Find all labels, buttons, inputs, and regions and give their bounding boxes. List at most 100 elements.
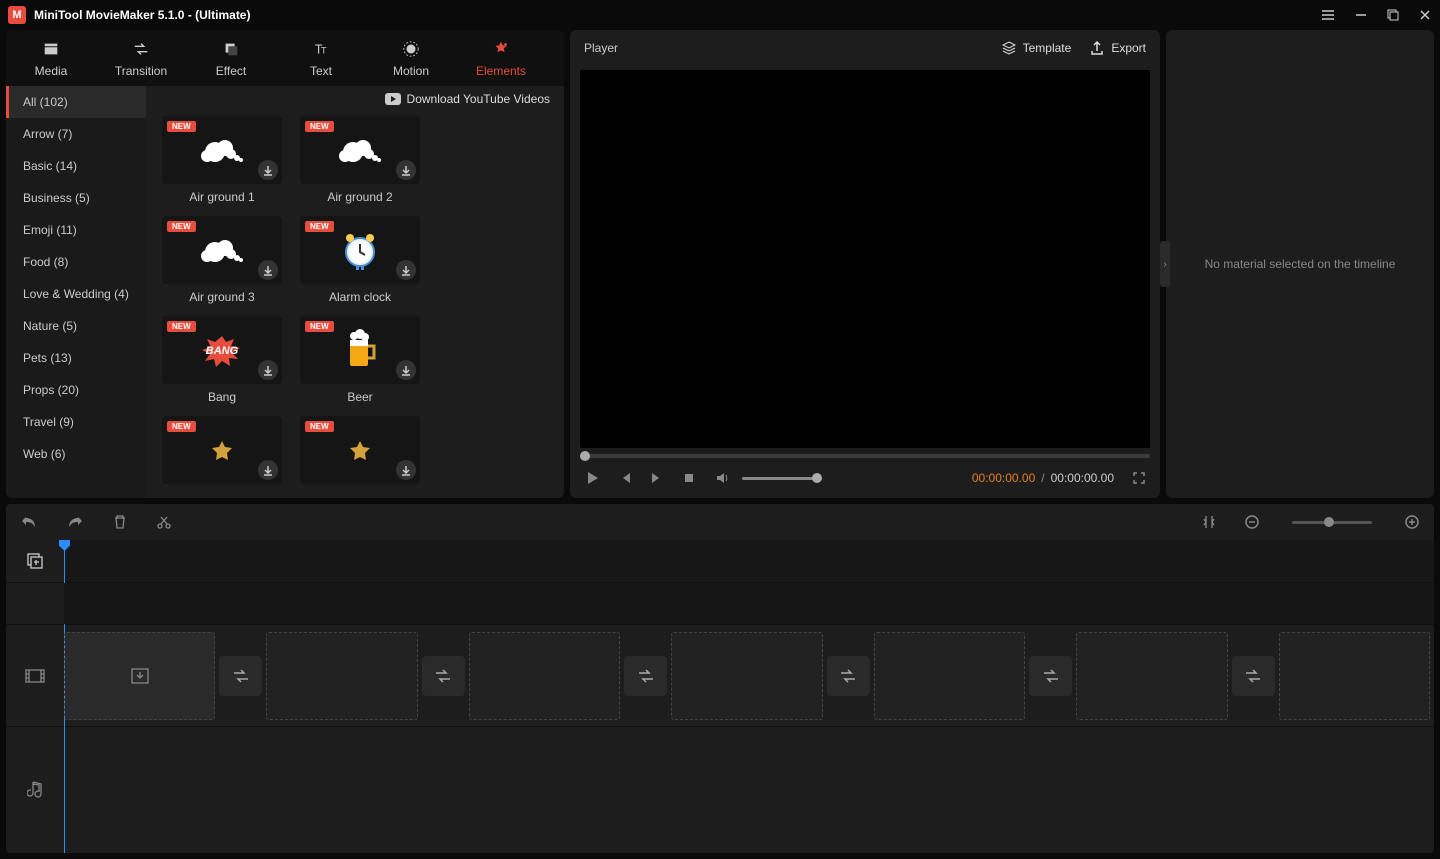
clip-slot[interactable] [469, 632, 620, 720]
transition-slot[interactable] [422, 656, 465, 696]
download-icon[interactable] [396, 260, 416, 280]
element-card[interactable]: NEWAir ground 2 [300, 116, 420, 204]
element-name: Air ground 1 [189, 190, 254, 204]
delete-button[interactable] [112, 514, 128, 530]
category-item[interactable]: Love & Wedding (4) [6, 278, 146, 310]
element-thumbnail[interactable]: NEW [300, 416, 420, 484]
maximize-icon[interactable] [1386, 8, 1400, 22]
element-card[interactable]: NEW [162, 416, 282, 490]
category-item[interactable]: Business (5) [6, 182, 146, 214]
export-button[interactable]: Export [1089, 40, 1146, 56]
split-button[interactable] [156, 514, 172, 530]
youtube-icon [385, 93, 401, 105]
tab-transition-label: Transition [115, 64, 167, 78]
player-viewport[interactable] [580, 70, 1150, 448]
collapse-properties-button[interactable]: › [1160, 241, 1170, 287]
category-item[interactable]: All (102) [6, 86, 146, 118]
element-card[interactable]: NEWBANGBang [162, 316, 282, 404]
download-icon[interactable] [258, 160, 278, 180]
download-icon[interactable] [396, 160, 416, 180]
tab-effect[interactable]: Effect [186, 30, 276, 86]
transition-slot[interactable] [624, 656, 667, 696]
clip-slot[interactable] [266, 632, 417, 720]
player-progress[interactable] [580, 454, 1150, 458]
tab-elements[interactable]: Elements [456, 30, 546, 86]
category-item[interactable]: Props (20) [6, 374, 146, 406]
element-card[interactable]: NEW Air ground 1 [162, 116, 282, 204]
element-thumbnail[interactable]: NEWBANG [162, 316, 282, 384]
redo-button[interactable] [66, 514, 84, 530]
element-thumbnail[interactable]: NEW [162, 116, 282, 184]
element-thumbnail[interactable]: NEW [162, 416, 282, 484]
timeline-ruler[interactable] [64, 540, 1434, 582]
minimize-icon[interactable] [1354, 8, 1368, 22]
clip-slot[interactable] [874, 632, 1025, 720]
category-item[interactable]: Food (8) [6, 246, 146, 278]
download-icon[interactable] [258, 460, 278, 480]
clip-slot[interactable] [1279, 632, 1430, 720]
category-list: All (102) Arrow (7) Basic (14) Business … [6, 86, 146, 498]
category-item[interactable]: Web (6) [6, 438, 146, 470]
undo-button[interactable] [20, 514, 38, 530]
audio-track[interactable] [64, 727, 1434, 851]
transition-slot[interactable] [1029, 656, 1072, 696]
element-thumbnail[interactable]: NEW [300, 116, 420, 184]
zoom-slider[interactable] [1292, 521, 1372, 524]
new-badge: NEW [305, 221, 334, 232]
tab-effect-label: Effect [216, 64, 246, 78]
close-icon[interactable] [1418, 8, 1432, 22]
download-icon[interactable] [258, 360, 278, 380]
template-label: Template [1023, 41, 1072, 55]
time-total: 00:00:00.00 [1051, 471, 1114, 485]
category-item[interactable]: Basic (14) [6, 150, 146, 182]
stop-button[interactable] [682, 471, 696, 485]
tab-text-label: Text [310, 64, 332, 78]
volume-slider[interactable] [742, 477, 822, 480]
category-item[interactable]: Emoji (11) [6, 214, 146, 246]
template-button[interactable]: Template [1001, 40, 1072, 56]
category-item[interactable]: Nature (5) [6, 310, 146, 342]
video-track[interactable] [64, 625, 1434, 726]
category-item[interactable]: Arrow (7) [6, 118, 146, 150]
tab-media-label: Media [35, 64, 68, 78]
tab-text[interactable]: TT Text [276, 30, 366, 86]
transition-slot[interactable] [827, 656, 870, 696]
import-icon [130, 667, 150, 685]
menu-icon[interactable] [1320, 7, 1336, 23]
download-youtube-link[interactable]: Download YouTube Videos [146, 86, 564, 112]
new-badge: NEW [167, 221, 196, 232]
zoom-in-button[interactable] [1404, 514, 1420, 530]
fullscreen-button[interactable] [1132, 471, 1146, 485]
download-icon[interactable] [258, 260, 278, 280]
transition-slot[interactable] [219, 656, 262, 696]
clip-slot[interactable] [64, 632, 215, 720]
volume-button[interactable] [714, 470, 730, 486]
element-thumbnail[interactable]: NEW [300, 216, 420, 284]
zoom-out-button[interactable] [1244, 514, 1260, 530]
transition-slot[interactable] [1232, 656, 1275, 696]
element-card[interactable]: NEW Air ground 3 [162, 216, 282, 304]
download-icon[interactable] [396, 460, 416, 480]
next-frame-button[interactable] [650, 471, 664, 485]
element-name: Air ground 3 [189, 290, 254, 304]
tab-motion[interactable]: Motion [366, 30, 456, 86]
clip-slot[interactable] [1076, 632, 1227, 720]
element-thumbnail[interactable]: NEW [300, 316, 420, 384]
element-card[interactable]: NEWBeer [300, 316, 420, 404]
tab-transition[interactable]: Transition [96, 30, 186, 86]
fit-button[interactable] [1202, 514, 1216, 530]
add-track-button[interactable] [6, 540, 64, 582]
play-button[interactable] [584, 470, 600, 486]
element-card[interactable]: NEWAlarm clock [300, 216, 420, 304]
download-icon[interactable] [396, 360, 416, 380]
element-thumbnail[interactable]: NEW [162, 216, 282, 284]
category-item[interactable]: Travel (9) [6, 406, 146, 438]
prev-frame-button[interactable] [618, 471, 632, 485]
tab-elements-label: Elements [476, 64, 526, 78]
clip-slot[interactable] [671, 632, 822, 720]
layers-icon [1001, 40, 1017, 56]
tab-media[interactable]: Media [6, 30, 96, 86]
export-label: Export [1111, 41, 1146, 55]
category-item[interactable]: Pets (13) [6, 342, 146, 374]
element-card[interactable]: NEW [300, 416, 420, 490]
